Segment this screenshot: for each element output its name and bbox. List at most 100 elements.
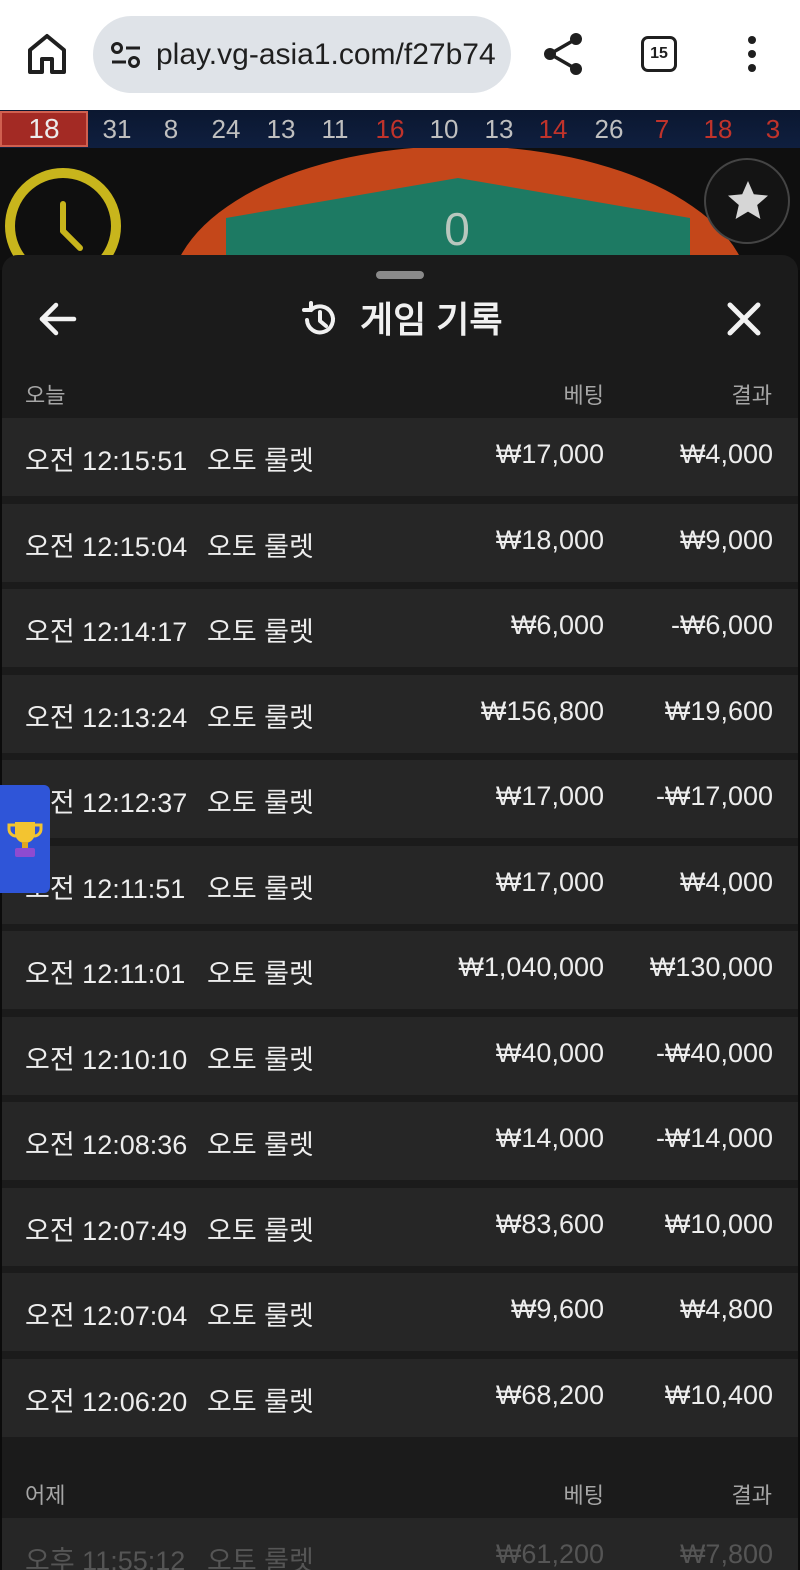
recent-number: 14 — [538, 114, 568, 144]
latest-number: 18 — [0, 111, 88, 147]
round-time: 오전 12:10:10 — [25, 1044, 188, 1075]
home-icon[interactable] — [22, 28, 72, 78]
result-column-header: 결과 — [731, 1483, 772, 1508]
result-amount: -₩6,000 — [670, 610, 773, 640]
leaderboard-tab[interactable] — [0, 785, 50, 893]
result-amount: -₩40,000 — [655, 1037, 773, 1068]
game-name: 오토 룰렛 — [207, 617, 314, 647]
drag-handle[interactable] — [376, 271, 424, 279]
close-icon[interactable] — [724, 299, 764, 339]
bet-amount: ₩9,600 — [510, 1294, 604, 1324]
recent-number: 11 — [321, 114, 349, 144]
bet-amount: ₩1,040,000 — [458, 952, 604, 982]
result-amount: ₩10,000 — [664, 1208, 773, 1239]
recent-number: 3 — [765, 114, 781, 144]
bet-amount: ₩156,800 — [480, 695, 604, 726]
section-header-yesterday: 어제 베팅 결과 — [2, 1468, 798, 1518]
url-text: play.vg-asia1.com/f27b74 — [156, 38, 496, 71]
round-time: 오전 12:11:01 — [25, 959, 186, 989]
history-row[interactable]: 오전 12:12:37 오토 룰렛 ₩17,000 -₩17,000 — [2, 760, 798, 838]
trophy-icon — [7, 822, 43, 857]
bet-amount: ₩18,000 — [495, 524, 604, 555]
round-time: 오전 12:07:49 — [25, 1215, 188, 1246]
share-icon[interactable] — [540, 30, 586, 78]
round-time: 오전 12:13:24 — [25, 702, 188, 733]
favorite-star-button[interactable] — [704, 158, 790, 244]
game-name: 오토 룰렛 — [207, 702, 314, 733]
bet-column-header: 베팅 — [563, 383, 604, 408]
wheel-number: 0 — [444, 203, 470, 255]
result-amount: ₩7,800 — [679, 1539, 773, 1569]
bet-amount: ₩83,600 — [495, 1208, 604, 1239]
overflow-menu-icon[interactable] — [740, 34, 764, 74]
bet-column-header: 베팅 — [563, 1483, 604, 1508]
address-bar[interactable]: play.vg-asia1.com/f27b74 — [93, 16, 511, 93]
game-name: 오토 룰렛 — [207, 959, 314, 989]
result-amount: -₩17,000 — [655, 781, 773, 811]
history-icon — [298, 299, 340, 341]
result-amount: -₩14,000 — [655, 1123, 773, 1153]
history-row[interactable]: 오전 12:14:17 오토 룰렛 ₩6,000 -₩6,000 — [2, 589, 798, 667]
bet-amount: ₩17,000 — [495, 866, 604, 897]
site-settings-icon[interactable] — [109, 38, 143, 72]
bet-amount: ₩17,000 — [495, 439, 604, 469]
history-row[interactable]: 오전 12:15:04 오토 룰렛 ₩18,000 ₩9,000 — [2, 503, 798, 582]
round-time: 오전 12:06:20 — [25, 1386, 188, 1417]
round-time: 오후 11:55:12 — [25, 1546, 186, 1570]
recent-number: 13 — [266, 114, 296, 144]
recent-numbers-strip: 18 31 8 24 13 11 16 10 13 14 26 7 18 3 — [0, 110, 800, 148]
star-icon — [728, 181, 768, 219]
recent-number: 8 — [163, 114, 179, 144]
section-label: 오늘 — [25, 383, 66, 408]
game-name: 오토 룰렛 — [207, 1215, 314, 1246]
game-name: 오토 룰렛 — [207, 873, 314, 904]
recent-number: 7 — [654, 114, 670, 144]
history-row[interactable]: 오전 12:07:04 오토 룰렛 ₩9,600 ₩4,800 — [2, 1273, 798, 1351]
game-name: 오토 룰렛 — [207, 1301, 314, 1331]
history-row[interactable]: 오전 12:06:20 오토 룰렛 ₩68,200 ₩10,400 — [2, 1358, 798, 1437]
game-history-sheet: 게임 기록 오늘 베팅 결과 오전 12:15:51 오토 룰렛 ₩17,000 ₩4… — [2, 255, 798, 1570]
game-name: 오토 룰렛 — [207, 1386, 314, 1417]
bet-amount: ₩61,200 — [495, 1539, 604, 1569]
recent-number: 13 — [484, 114, 514, 144]
history-row[interactable]: 오전 12:15:51 오토 룰렛 ₩17,000 ₩4,000 — [2, 418, 798, 496]
game-name: 오토 룰렛 — [207, 1130, 314, 1160]
result-amount: ₩19,600 — [664, 695, 773, 726]
history-row[interactable]: 오전 12:11:51 오토 룰렛 ₩17,000 ₩4,000 — [2, 845, 798, 924]
history-row[interactable]: 오전 12:08:36 오토 룰렛 ₩14,000 -₩14,000 — [2, 1102, 798, 1180]
history-row[interactable]: 오전 12:07:49 오토 룰렛 ₩83,600 ₩10,000 — [2, 1187, 798, 1266]
tab-switcher-button[interactable]: 15 — [641, 36, 677, 72]
round-time: 오전 12:07:04 — [25, 1301, 188, 1331]
bet-amount: ₩6,000 — [510, 610, 604, 640]
result-column-header: 결과 — [731, 383, 772, 408]
result-amount: ₩10,400 — [664, 1379, 773, 1410]
bet-amount: ₩68,200 — [495, 1379, 604, 1410]
history-row[interactable]: 오전 12:11:01 오토 룰렛 ₩1,040,000 ₩130,000 — [2, 931, 798, 1009]
section-label: 어제 — [25, 1483, 66, 1508]
history-row[interactable]: 오후 11:55:12 오토 룰렛 ₩61,200 ₩7,800 — [2, 1518, 798, 1570]
result-amount: ₩4,000 — [679, 439, 773, 469]
result-amount: ₩4,800 — [679, 1294, 773, 1324]
result-amount: ₩4,000 — [679, 866, 773, 897]
bet-amount: ₩17,000 — [495, 781, 604, 811]
history-row[interactable]: 오전 12:13:24 오토 룰렛 ₩156,800 ₩19,600 — [2, 674, 798, 753]
round-time: 오전 12:14:17 — [25, 617, 188, 647]
sheet-title-text: 게임 기록 — [360, 299, 503, 340]
bet-amount: ₩14,000 — [495, 1123, 604, 1153]
recent-number: 10 — [429, 114, 459, 144]
recent-number: 26 — [594, 114, 624, 144]
recent-number: 16 — [375, 114, 405, 144]
game-name: 오토 룰렛 — [207, 1546, 314, 1570]
history-row[interactable]: 오전 12:10:10 오토 룰렛 ₩40,000 -₩40,000 — [2, 1016, 798, 1095]
browser-toolbar: play.vg-asia1.com/f27b74 15 — [0, 0, 800, 110]
result-amount: ₩9,000 — [679, 524, 773, 555]
result-amount: ₩130,000 — [649, 952, 773, 982]
roulette-game-view: 0 18 31 8 24 13 11 16 10 13 14 26 7 18 3 — [0, 110, 800, 270]
round-time: 오전 12:15:51 — [25, 446, 188, 476]
section-header-today: 오늘 베팅 결과 — [2, 368, 798, 418]
recent-number: 31 — [102, 114, 132, 144]
back-arrow-icon[interactable] — [36, 297, 80, 341]
game-name: 오토 룰렛 — [207, 788, 314, 818]
game-name: 오토 룰렛 — [207, 531, 314, 562]
game-name: 오토 룰렛 — [207, 1044, 314, 1075]
